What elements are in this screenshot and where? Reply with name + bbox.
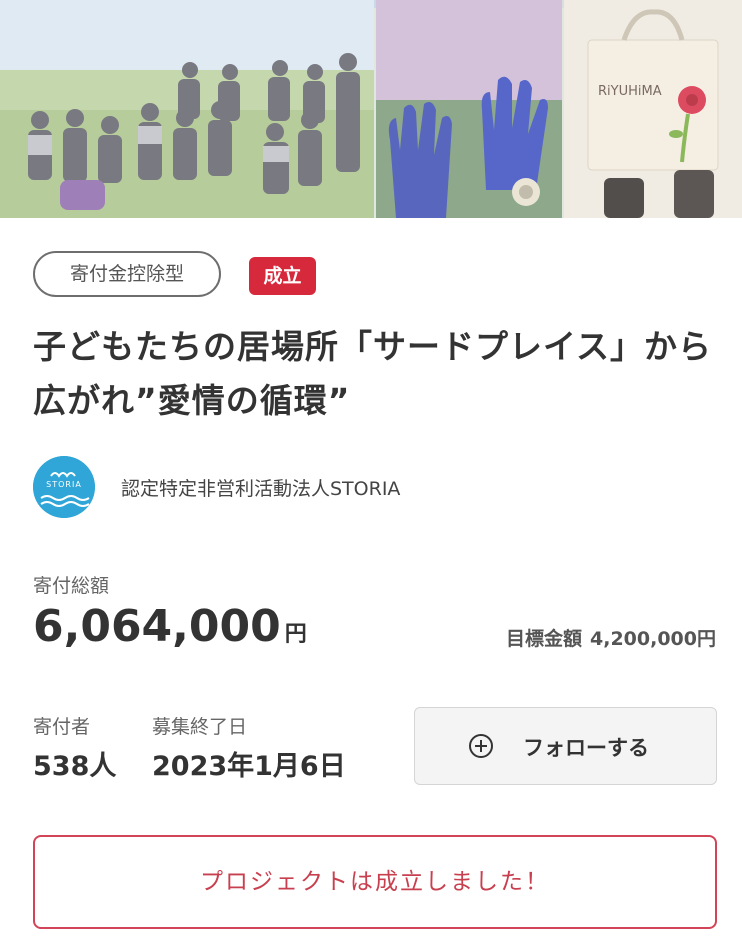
- project-title: 子どもたちの居場所「サードプレイス」から広がれ”愛情の循環”: [33, 327, 713, 420]
- hero-image: RiYUHiMA: [0, 0, 742, 218]
- plus-circle-icon: [469, 734, 493, 758]
- tote-bag-photo: RiYUHiMA: [564, 0, 742, 218]
- total-donation-currency: 円: [284, 622, 307, 647]
- donors-count: 538人: [33, 751, 117, 782]
- follow-button[interactable]: フォローする: [414, 707, 717, 785]
- donors-label: 寄付者: [33, 716, 91, 738]
- painted-hands-illustration: [376, 0, 562, 218]
- goal-amount-value: 4,200,000円: [590, 628, 716, 650]
- total-donation-value: 6,064,000: [33, 601, 281, 652]
- total-donation-amount: 6,064,000 円: [33, 601, 307, 652]
- end-date-value: 2023年1月6日: [152, 751, 346, 782]
- tax-deduction-tag: 寄付金控除型: [33, 251, 221, 297]
- group-photo-illustration: [0, 0, 374, 218]
- group-photo: [0, 0, 374, 218]
- status-badge: 成立: [249, 257, 316, 295]
- goal-amount: 目標金額 4,200,000円: [506, 624, 716, 651]
- total-donation-label: 寄付総額: [33, 575, 110, 597]
- tote-bag-illustration: RiYUHiMA: [564, 0, 742, 218]
- painted-hands-photo: [376, 0, 562, 218]
- project-success-message: プロジェクトは成立しました！: [33, 835, 717, 929]
- organization-logo-text: STORIA: [46, 480, 82, 489]
- goal-amount-label: 目標金額: [506, 628, 583, 650]
- organization-name[interactable]: 認定特定非営利活動法人STORIA: [121, 474, 541, 501]
- end-date-label: 募集終了日: [152, 716, 248, 738]
- follow-button-label: フォローする: [523, 736, 649, 760]
- organization-logo[interactable]: STORIA: [33, 456, 95, 518]
